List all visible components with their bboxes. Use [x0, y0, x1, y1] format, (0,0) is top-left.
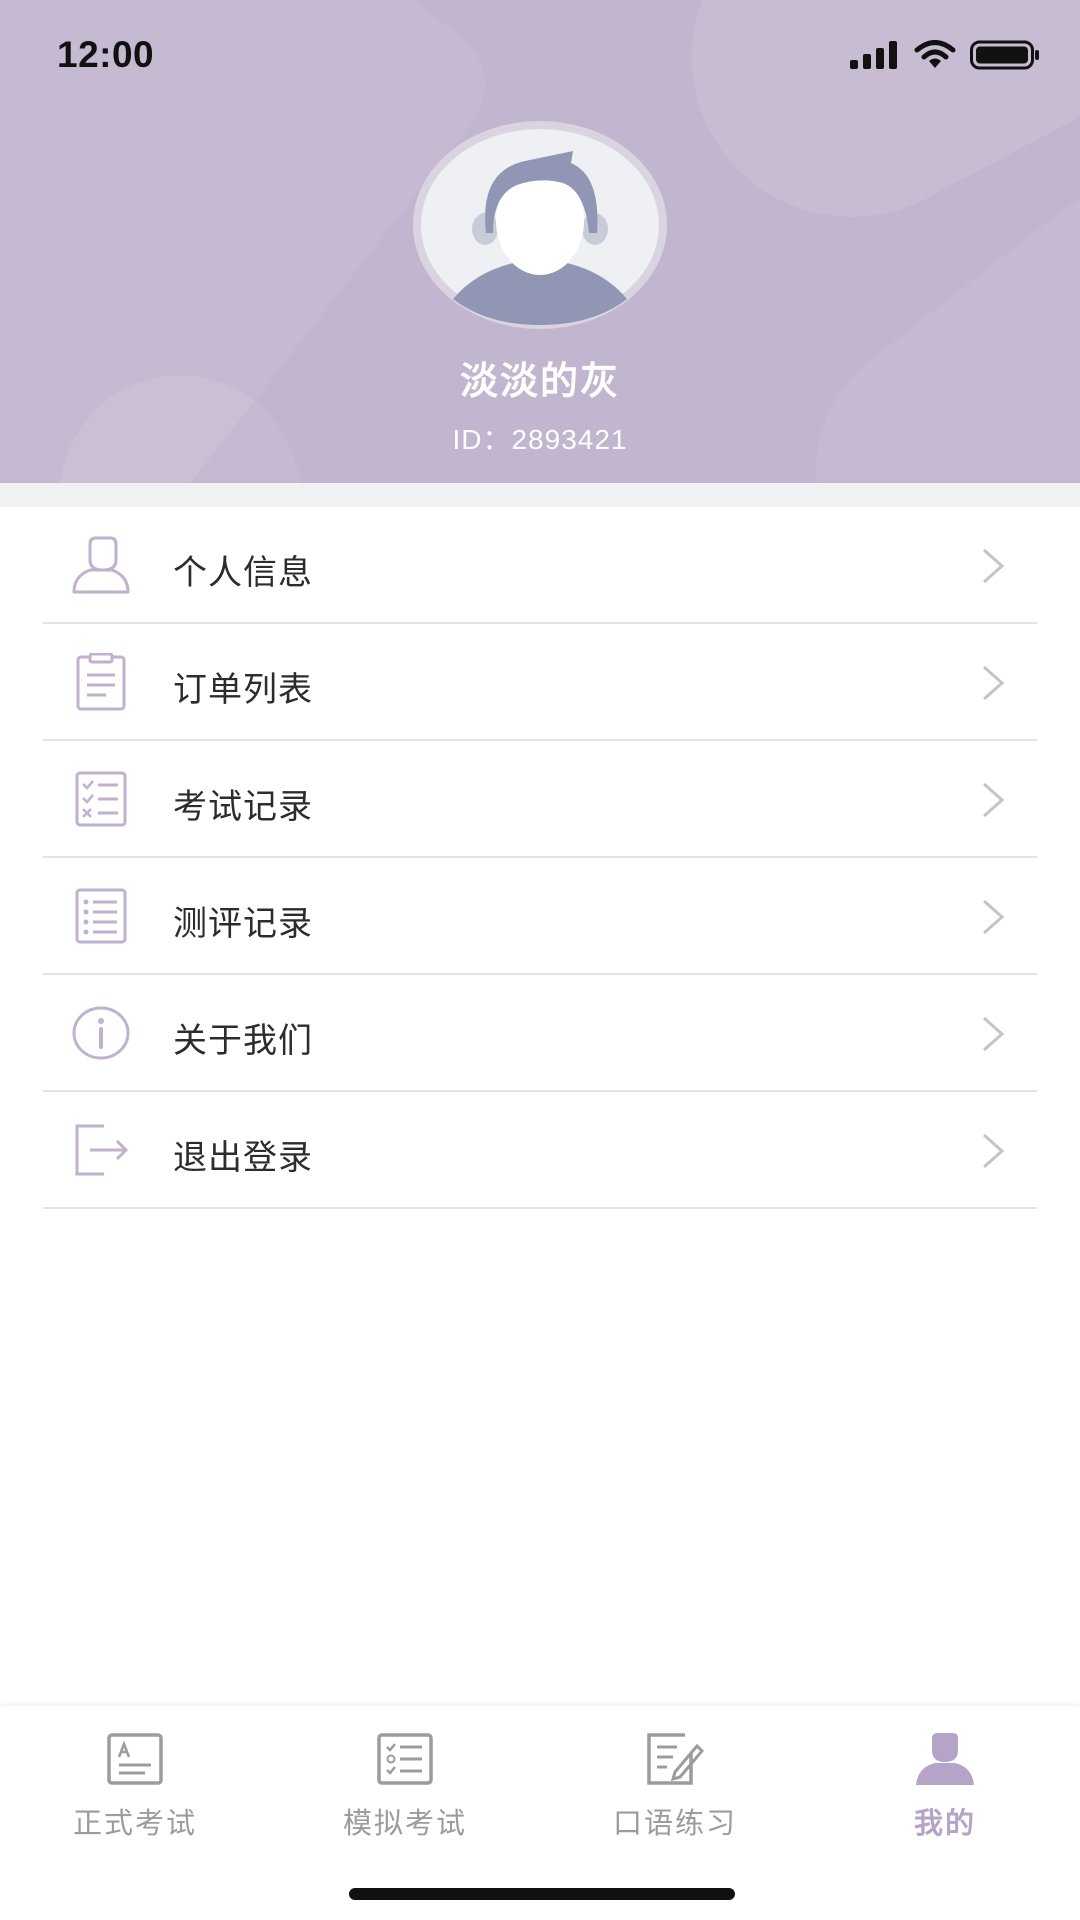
menu-item-personal-info[interactable]: 个人信息 [0, 507, 1080, 624]
menu-item-about-us[interactable]: 关于我们 [0, 975, 1080, 1092]
menu-item-label: 个人信息 [173, 553, 313, 593]
tab-label: 口语练习 [612, 1806, 737, 1840]
chevron-right-icon [983, 665, 1005, 701]
profile-icon [916, 1733, 974, 1785]
person-icon [72, 536, 130, 594]
chevron-right-icon [983, 548, 1005, 584]
menu-item-label: 退出登录 [173, 1138, 313, 1178]
menu-item-label: 考试记录 [173, 787, 313, 827]
speaking-practice-icon [647, 1733, 705, 1785]
tab-label: 模拟考试 [342, 1806, 467, 1840]
exam-paper-icon [107, 1733, 163, 1785]
tab-formal-exam[interactable]: 正式考试 [0, 1706, 270, 1851]
home-indicator[interactable] [349, 1888, 735, 1900]
status-icons [850, 40, 1040, 70]
menu-item-logout[interactable]: 退出登录 [0, 1092, 1080, 1209]
tab-speaking-practice[interactable]: 口语练习 [540, 1706, 810, 1851]
chevron-right-icon [983, 782, 1005, 818]
chevron-right-icon [983, 1133, 1005, 1169]
clipboard-icon [76, 653, 126, 711]
tab-label: 正式考试 [72, 1806, 197, 1840]
chevron-right-icon [983, 1016, 1005, 1052]
battery-icon [970, 40, 1039, 70]
profile-header: 12:00 淡淡的灰 ID：2893421 [0, 0, 1080, 483]
tab-mock-exam[interactable]: 模拟考试 [270, 1706, 540, 1851]
logout-icon [75, 1124, 129, 1176]
section-divider [0, 483, 1080, 507]
info-icon [72, 1006, 130, 1060]
menu-item-label: 测评记录 [173, 904, 313, 944]
menu-item-label: 订单列表 [173, 670, 313, 710]
status-time: 12:00 [57, 34, 155, 75]
chevron-right-icon [983, 899, 1005, 935]
default-avatar-icon [421, 129, 659, 325]
tab-label: 我的 [913, 1806, 976, 1840]
user-id: ID：2893421 [452, 424, 628, 455]
settings-menu: 个人信息 订单列表 考试记录 测评记录 关于我们 退出登录 [0, 507, 1080, 1209]
username: 淡淡的灰 [459, 359, 620, 403]
menu-item-exam-records[interactable]: 考试记录 [0, 741, 1080, 858]
menu-item-label: 关于我们 [173, 1021, 313, 1061]
mock-exam-icon [377, 1733, 433, 1785]
menu-item-order-list[interactable]: 订单列表 [0, 624, 1080, 741]
list-icon [75, 888, 127, 944]
menu-item-assessment-records[interactable]: 测评记录 [0, 858, 1080, 975]
checklist-icon [75, 771, 127, 827]
wifi-icon [914, 40, 956, 68]
avatar[interactable] [413, 121, 667, 329]
signal-icon [850, 41, 897, 69]
tab-mine[interactable]: 我的 [810, 1706, 1080, 1851]
